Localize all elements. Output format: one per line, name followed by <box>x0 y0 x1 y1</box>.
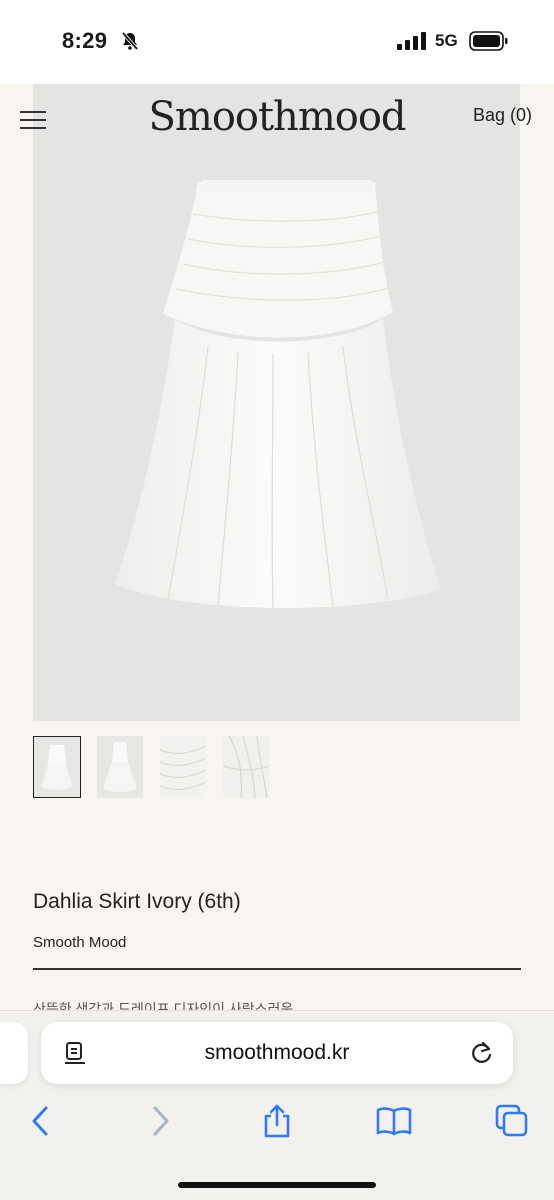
site-header: Smoothmood Bag (0) <box>0 84 554 154</box>
status-bar: 8:29 5G <box>0 0 554 84</box>
forward-icon[interactable] <box>143 1103 179 1139</box>
tabs-icon[interactable] <box>494 1103 530 1139</box>
product-title: Dahlia Skirt Ivory (6th) <box>33 890 241 913</box>
reload-icon[interactable] <box>469 1040 495 1066</box>
bell-slash-icon <box>121 31 139 51</box>
site-logo[interactable]: Smoothmood <box>140 94 414 140</box>
thumbnail-4[interactable] <box>223 736 269 798</box>
thumbnail-3[interactable] <box>160 736 206 798</box>
back-icon[interactable] <box>24 1103 60 1139</box>
battery-icon <box>469 31 508 51</box>
thumbnail-1[interactable] <box>33 736 81 798</box>
share-icon[interactable] <box>259 1103 295 1139</box>
home-indicator[interactable] <box>178 1182 376 1188</box>
signal-icon <box>397 32 426 50</box>
bookmarks-icon[interactable] <box>376 1103 412 1139</box>
browser-toolbar-edge <box>0 1010 554 1011</box>
network-type: 5G <box>435 31 458 50</box>
thumbnail-2[interactable] <box>97 736 143 798</box>
address-bar[interactable]: smoothmood.kr <box>41 1022 513 1084</box>
url-text[interactable]: smoothmood.kr <box>41 1041 513 1065</box>
previous-tab-peek[interactable] <box>0 1022 28 1084</box>
product-brand[interactable]: Smooth Mood <box>33 934 126 951</box>
product-main-image[interactable] <box>33 84 520 721</box>
status-time: 8:29 <box>62 28 108 53</box>
bag-link[interactable]: Bag (0) <box>473 105 532 126</box>
divider <box>33 968 521 970</box>
hamburger-menu-icon[interactable] <box>20 111 46 131</box>
